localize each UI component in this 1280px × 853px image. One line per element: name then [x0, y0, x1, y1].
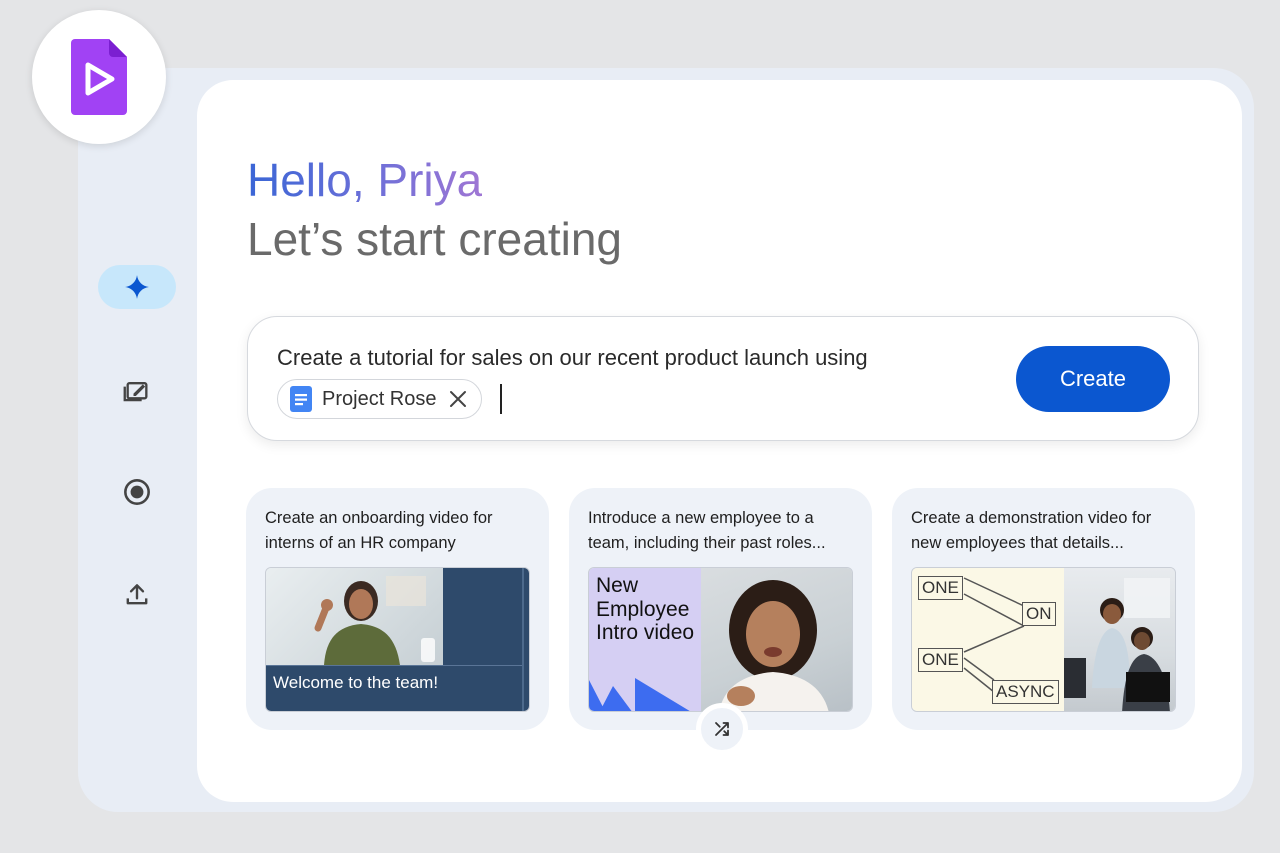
- sidebar-item-upload[interactable]: [98, 572, 176, 616]
- prompt-input[interactable]: Create a tutorial for sales on our recen…: [247, 316, 1199, 441]
- sidebar-item-create[interactable]: [98, 265, 176, 309]
- prompt-text: Create a tutorial for sales on our recen…: [277, 345, 868, 370]
- thumbnail-caption: Welcome to the team!: [273, 673, 439, 692]
- thumbnail-photo: [1064, 568, 1175, 711]
- file-chip-label: Project Rose: [322, 387, 437, 410]
- diagram-node: ONE: [918, 648, 963, 672]
- upload-icon: [126, 584, 148, 605]
- flow-diagram: ONE ON ONE ASYNC: [912, 568, 1064, 711]
- diagram-node: ASYNC: [992, 680, 1059, 704]
- file-chip[interactable]: Project Rose: [277, 379, 482, 419]
- suggestion-thumbnail: New Employee Intro video: [588, 567, 853, 712]
- app-logo: [32, 10, 166, 144]
- thumbnail-photo: [701, 568, 852, 711]
- shuffle-icon: [715, 722, 729, 736]
- docs-icon: [290, 386, 312, 412]
- create-button[interactable]: Create: [1016, 346, 1170, 412]
- people-illustration: [1064, 578, 1170, 711]
- suggestion-text: Create an onboarding video for interns o…: [265, 509, 493, 552]
- media-edit-icon: [123, 382, 148, 402]
- text-caret: [500, 384, 502, 414]
- suggestion-card-onboarding[interactable]: Create an onboarding video for interns o…: [246, 488, 549, 730]
- close-icon: [449, 391, 466, 407]
- sidebar-item-media[interactable]: [98, 367, 176, 411]
- person-illustration: [314, 576, 435, 665]
- chip-remove-button[interactable]: [449, 390, 467, 408]
- shuffle-button[interactable]: [696, 703, 748, 755]
- suggestion-thumbnail: ONE ON ONE ASYNC: [911, 567, 1176, 712]
- thumbnail-title: New Employee Intro video: [596, 574, 695, 644]
- suggestion-text: Introduce a new employee to a team, incl…: [588, 509, 826, 552]
- record-icon: [124, 479, 150, 505]
- suggestion-text: Create a demonstration video for new emp…: [911, 509, 1152, 552]
- sidebar-item-record[interactable]: [98, 470, 176, 514]
- suggestion-card-demo[interactable]: Create a demonstration video for new emp…: [892, 488, 1195, 730]
- sparkle-icon: [125, 275, 149, 299]
- vids-logo-icon: [71, 39, 127, 115]
- thumbnail-photo: [266, 568, 443, 665]
- diagram-node: ONE: [918, 576, 963, 600]
- greeting-subtitle: Let’s start creating: [247, 213, 623, 265]
- greeting-title: Hello, Priya: [247, 154, 483, 206]
- person-illustration: [719, 580, 829, 711]
- suggestion-thumbnail: Welcome to the team!: [265, 567, 530, 712]
- diagram-node: ON: [1022, 602, 1056, 626]
- suggestion-card-intro[interactable]: Introduce a new employee to a team, incl…: [569, 488, 872, 730]
